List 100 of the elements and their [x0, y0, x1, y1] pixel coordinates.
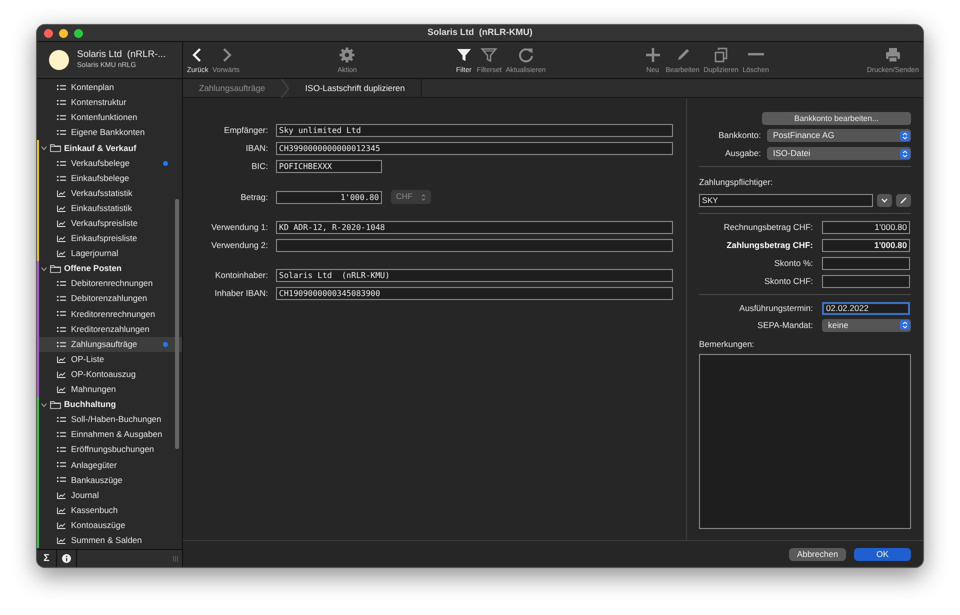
sum-button[interactable]: Σ — [37, 550, 57, 567]
sidebar-item[interactable]: Soll-/Haben-Buchungen — [37, 412, 182, 428]
sidebar-item[interactable]: Einkaufspreisliste — [37, 230, 182, 246]
sidebar-group[interactable]: Offene Posten — [37, 261, 182, 276]
dropdown-select[interactable]: ISO-Datei — [767, 147, 911, 160]
field-label: Ausführungstermin: — [738, 302, 813, 315]
input-field[interactable]: CH3990000000000012345 — [276, 142, 673, 155]
sidebar-group[interactable]: Buchhaltung — [37, 396, 182, 412]
sidebar-item[interactable]: Eröffnungsbuchungen — [37, 442, 182, 458]
list-icon — [57, 431, 66, 438]
sidebar-item[interactable]: Summen & Salden — [37, 532, 182, 548]
sidebar-item[interactable]: Kreditorenzahlungen — [37, 322, 182, 337]
input-field[interactable]: KD ADR-12, R-2020-1048 — [276, 221, 673, 234]
list-icon — [57, 174, 66, 182]
field-label: Verwendung 2: — [210, 239, 268, 252]
chevron-down-icon — [41, 144, 47, 151]
chart-icon — [57, 370, 66, 378]
sidebar-item[interactable]: Eigene Bankkonten — [37, 125, 182, 140]
list-icon — [57, 295, 66, 302]
minus-icon — [748, 53, 764, 56]
input-field[interactable] — [822, 256, 910, 270]
folder-icon — [50, 400, 61, 409]
field-label: Rechnungsbetrag CHF: — [722, 220, 813, 234]
input-field[interactable] — [276, 239, 673, 252]
field-label: BIC: — [250, 160, 268, 173]
sidebar-item[interactable]: Debitorenrechnungen — [37, 276, 182, 292]
notes-field[interactable] — [699, 354, 911, 529]
sidebar-item[interactable]: Kreditorenrechnungen — [37, 306, 182, 322]
input-field[interactable]: Solaris Ltd (nRLR-KMU) — [276, 269, 673, 282]
sidebar-item[interactable]: Kassenbuch — [37, 502, 182, 518]
sidebar-item[interactable]: Debitorenzahlungen — [37, 291, 182, 306]
input-field[interactable]: SKY — [699, 194, 873, 207]
plus-icon — [644, 46, 662, 64]
edit-bank-account-button[interactable]: Bankkonto bearbeiten... — [762, 112, 911, 125]
list-icon — [57, 476, 66, 484]
ok-button[interactable]: OK — [854, 548, 911, 560]
sidebar-item[interactable]: Journal — [37, 488, 182, 503]
sidebar-item[interactable]: Bankauszüge — [37, 472, 182, 488]
date-field[interactable]: 02.02.2022 — [822, 302, 910, 315]
input-field[interactable]: 1'000.80 — [822, 238, 910, 252]
chart-icon — [57, 536, 66, 544]
breadcrumb-tab[interactable]: Zahlungsaufträge — [183, 79, 282, 97]
sidebar-item[interactable]: Zahlungsaufträge — [37, 336, 182, 352]
sidebar-item[interactable]: Einnahmen & Ausgaben — [37, 427, 182, 442]
sidebar-item[interactable]: OP-Kontoauszug — [37, 366, 182, 382]
field-label: Verwendung 1: — [210, 221, 268, 234]
updown-chevron-icon — [900, 320, 910, 330]
sidebar-item[interactable]: Verkaufsstatistik — [37, 186, 182, 201]
company-name: Solaris Ltd (nRLR-... — [77, 49, 166, 61]
sidebar-item[interactable]: Mahnungen — [37, 382, 182, 397]
field-label: SEPA-Mandat: — [756, 318, 813, 332]
list-icon — [57, 310, 66, 318]
dropdown-button[interactable] — [877, 194, 892, 207]
input-field[interactable]: 1'000.80 — [276, 190, 382, 204]
sidebar-group[interactable]: Einkauf & Verkauf — [37, 140, 182, 156]
sidebar-item[interactable]: Einkaufsstatistik — [37, 200, 182, 216]
field-label: Empfänger: — [223, 124, 268, 137]
window-title: Solaris Ltd (nRLR-KMU) — [428, 26, 532, 40]
input-field[interactable]: CH1909000000345083900 — [276, 287, 673, 300]
sidebar-item[interactable]: Verkaufspreisliste — [37, 216, 182, 231]
input-field[interactable]: 1'000.80 — [822, 220, 910, 234]
copy-icon — [712, 46, 730, 64]
list-icon — [57, 99, 66, 106]
scrollbar-thumb[interactable] — [175, 199, 179, 449]
sidebar-item[interactable]: Kontenplan — [37, 80, 182, 96]
chart-icon — [57, 220, 66, 227]
sidebar-item[interactable]: Anlagegüter — [37, 457, 182, 472]
sidebar-item[interactable]: Kontoauszüge — [37, 518, 182, 533]
sidebar-item[interactable]: Lagerjournal — [37, 246, 182, 262]
field-label: Zahlungsbetrag CHF: — [726, 238, 813, 252]
dropdown-select[interactable]: keine — [822, 318, 911, 332]
folder-icon — [50, 264, 61, 273]
sidebar-item[interactable]: Kontenstruktur — [37, 95, 182, 110]
list-icon — [57, 114, 66, 122]
field-label: Zahlungspflichtiger: — [699, 176, 774, 189]
cancel-button[interactable]: Abbrechen — [789, 548, 846, 560]
field-label: Betrag: — [240, 190, 268, 204]
zoom-button[interactable] — [74, 28, 83, 38]
chart-icon — [57, 386, 66, 393]
sidebar-item[interactable]: Einkaufsbelege — [37, 170, 182, 186]
sidebar-item[interactable]: Verkaufsbelege — [37, 155, 182, 171]
sidebar-item[interactable]: Kontenfunktionen — [37, 110, 182, 126]
chevron-down-icon — [41, 402, 47, 408]
list-icon — [57, 416, 66, 424]
close-button[interactable] — [44, 28, 53, 38]
chart-icon — [57, 234, 66, 242]
minimize-button[interactable] — [59, 28, 68, 38]
folder-icon — [50, 144, 61, 152]
input-field[interactable]: Sky unlimited Ltd — [276, 124, 673, 137]
chart-icon — [57, 356, 66, 363]
breadcrumb-separator-icon — [281, 79, 290, 98]
edit-button[interactable] — [896, 194, 911, 207]
field-label: Bemerkungen: — [699, 338, 756, 350]
updown-chevron-icon — [900, 148, 910, 158]
sidebar-item[interactable]: OP-Liste — [37, 352, 182, 367]
chart-icon — [57, 204, 66, 212]
input-field[interactable] — [822, 274, 910, 288]
input-field[interactable]: POFICHBEXXX — [276, 160, 382, 173]
dropdown-select[interactable]: PostFinance AG — [767, 129, 911, 142]
gear-icon — [338, 46, 356, 64]
